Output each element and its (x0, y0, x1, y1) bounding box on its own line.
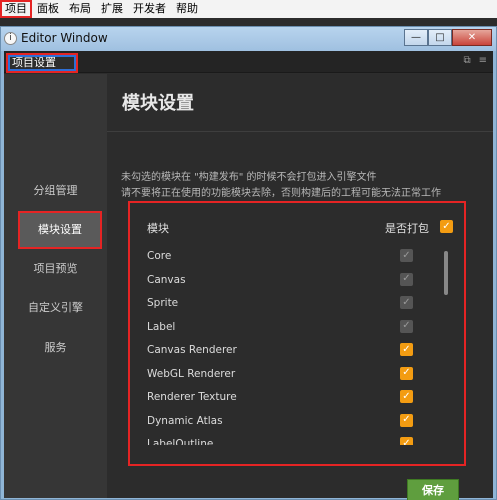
window-app-icon: i (4, 32, 17, 45)
editor-window: i Editor Window — □ ✕ 项目设置 ⧉ ≡ 分组管理 模块设置… (0, 26, 497, 500)
settings-panel: 分组管理 模块设置 项目预览 自定义引擎 服务 模块设置 未勾选的模块在 "构建… (4, 74, 493, 500)
window-titlebar[interactable]: i Editor Window — □ ✕ (1, 27, 496, 51)
sidebar-item-services[interactable]: 服务 (4, 329, 107, 367)
menu-developer[interactable]: 开发者 (128, 0, 171, 18)
module-pack-checkbox[interactable]: ✓ (400, 343, 413, 356)
module-row: Canvas Renderer ✓ (147, 341, 437, 365)
select-all-checkbox[interactable]: ✓ (440, 220, 453, 233)
module-description: 未勾选的模块在 "构建发布" 的时候不会打包进入引擎文件 请不要将正在使用的功能… (121, 170, 493, 202)
module-row: Canvas ✓ (147, 271, 437, 295)
sidebar-item-custom-engine[interactable]: 自定义引擎 (4, 289, 107, 327)
window-controls: — □ ✕ (404, 29, 492, 46)
tab-project-settings[interactable]: 项目设置 (6, 53, 78, 73)
module-pack-checkbox: ✓ (400, 272, 413, 286)
menu-panel[interactable]: 面板 (32, 0, 64, 18)
module-row: Dynamic Atlas ✓ (147, 412, 437, 436)
description-line-1: 未勾选的模块在 "构建发布" 的时候不会打包进入引擎文件 (121, 172, 377, 183)
module-pack-checkbox: ✓ (400, 296, 413, 309)
module-list-scrollbar[interactable] (443, 247, 449, 445)
window-title: Editor Window (21, 31, 108, 45)
module-name: Core (147, 250, 172, 262)
close-button[interactable]: ✕ (452, 29, 492, 46)
header-module: 模块 (147, 222, 169, 235)
module-row: Label ✓ (147, 318, 437, 342)
sidebar-item-project-preview[interactable]: 项目预览 (4, 250, 107, 288)
menu-help[interactable]: 帮助 (171, 0, 203, 18)
module-name: Sprite (147, 297, 179, 309)
header-pack: 是否打包 (385, 222, 429, 235)
scrollbar-thumb[interactable] (444, 251, 448, 295)
module-name: Canvas (147, 273, 186, 286)
maximize-button[interactable]: □ (428, 29, 452, 46)
window-body: 项目设置 ⧉ ≡ 分组管理 模块设置 项目预览 自定义引擎 服务 模块设置 未勾… (4, 51, 493, 500)
menu-layout[interactable]: 布局 (64, 0, 96, 18)
module-name: Dynamic Atlas (147, 414, 223, 427)
module-name: WebGL Renderer (147, 367, 236, 380)
module-pack-checkbox[interactable]: ✓ (400, 413, 413, 427)
module-name: Canvas Renderer (147, 344, 237, 356)
module-row: Core ✓ (147, 247, 437, 271)
page-title: 模块设置 (122, 93, 194, 114)
title-divider (107, 131, 493, 132)
module-row: Sprite ✓ (147, 294, 437, 318)
module-pack-checkbox[interactable]: ✓ (400, 366, 413, 380)
menu-project[interactable]: 项目 (0, 0, 32, 18)
sidebar-item-group-manage[interactable]: 分组管理 (4, 172, 107, 210)
module-row: Renderer Texture ✓ (147, 388, 437, 412)
sidebar-item-module-settings[interactable]: 模块设置 (18, 211, 102, 249)
module-settings-content: 模块设置 未勾选的模块在 "构建发布" 的时候不会打包进入引擎文件 请不要将正在… (107, 74, 493, 500)
module-pack-checkbox: ✓ (400, 249, 413, 262)
module-name: Renderer Texture (147, 391, 237, 403)
description-line-2: 请不要将正在使用的功能模块去除，否则构建后的工程可能无法正常工作 (121, 188, 441, 199)
module-pack-checkbox[interactable]: ✓ (400, 390, 413, 403)
module-row: LabelOutline ✓ (147, 435, 437, 445)
module-pack-checkbox[interactable]: ✓ (400, 437, 413, 445)
module-list: Core ✓ Canvas ✓ Sprite ✓ Label ✓ Canvas Renderer… (147, 247, 437, 445)
module-name: Label (147, 320, 176, 333)
settings-sidebar: 分组管理 模块设置 项目预览 自定义引擎 服务 (4, 74, 107, 498)
minimize-button[interactable]: — (404, 29, 428, 46)
module-list-box: 模块 是否打包 ✓ Core ✓ Canvas ✓ Sprite ✓ Label ✓ Canva… (128, 201, 466, 466)
module-list-header: 模块 是否打包 ✓ (147, 220, 453, 238)
tab-bar: 项目设置 ⧉ ≡ (4, 51, 493, 73)
module-name: LabelOutline (147, 438, 214, 445)
popout-icon[interactable]: ⧉ (463, 55, 470, 66)
menu-icon[interactable]: ≡ (479, 55, 487, 66)
module-row: WebGL Renderer ✓ (147, 365, 437, 389)
menu-extension[interactable]: 扩展 (96, 0, 128, 18)
module-pack-checkbox: ✓ (400, 319, 413, 333)
app-menubar: 项目 面板 布局 扩展 开发者 帮助 (0, 0, 497, 18)
tab-tools: ⧉ ≡ (463, 55, 487, 66)
save-button[interactable]: 保存 (407, 479, 459, 500)
